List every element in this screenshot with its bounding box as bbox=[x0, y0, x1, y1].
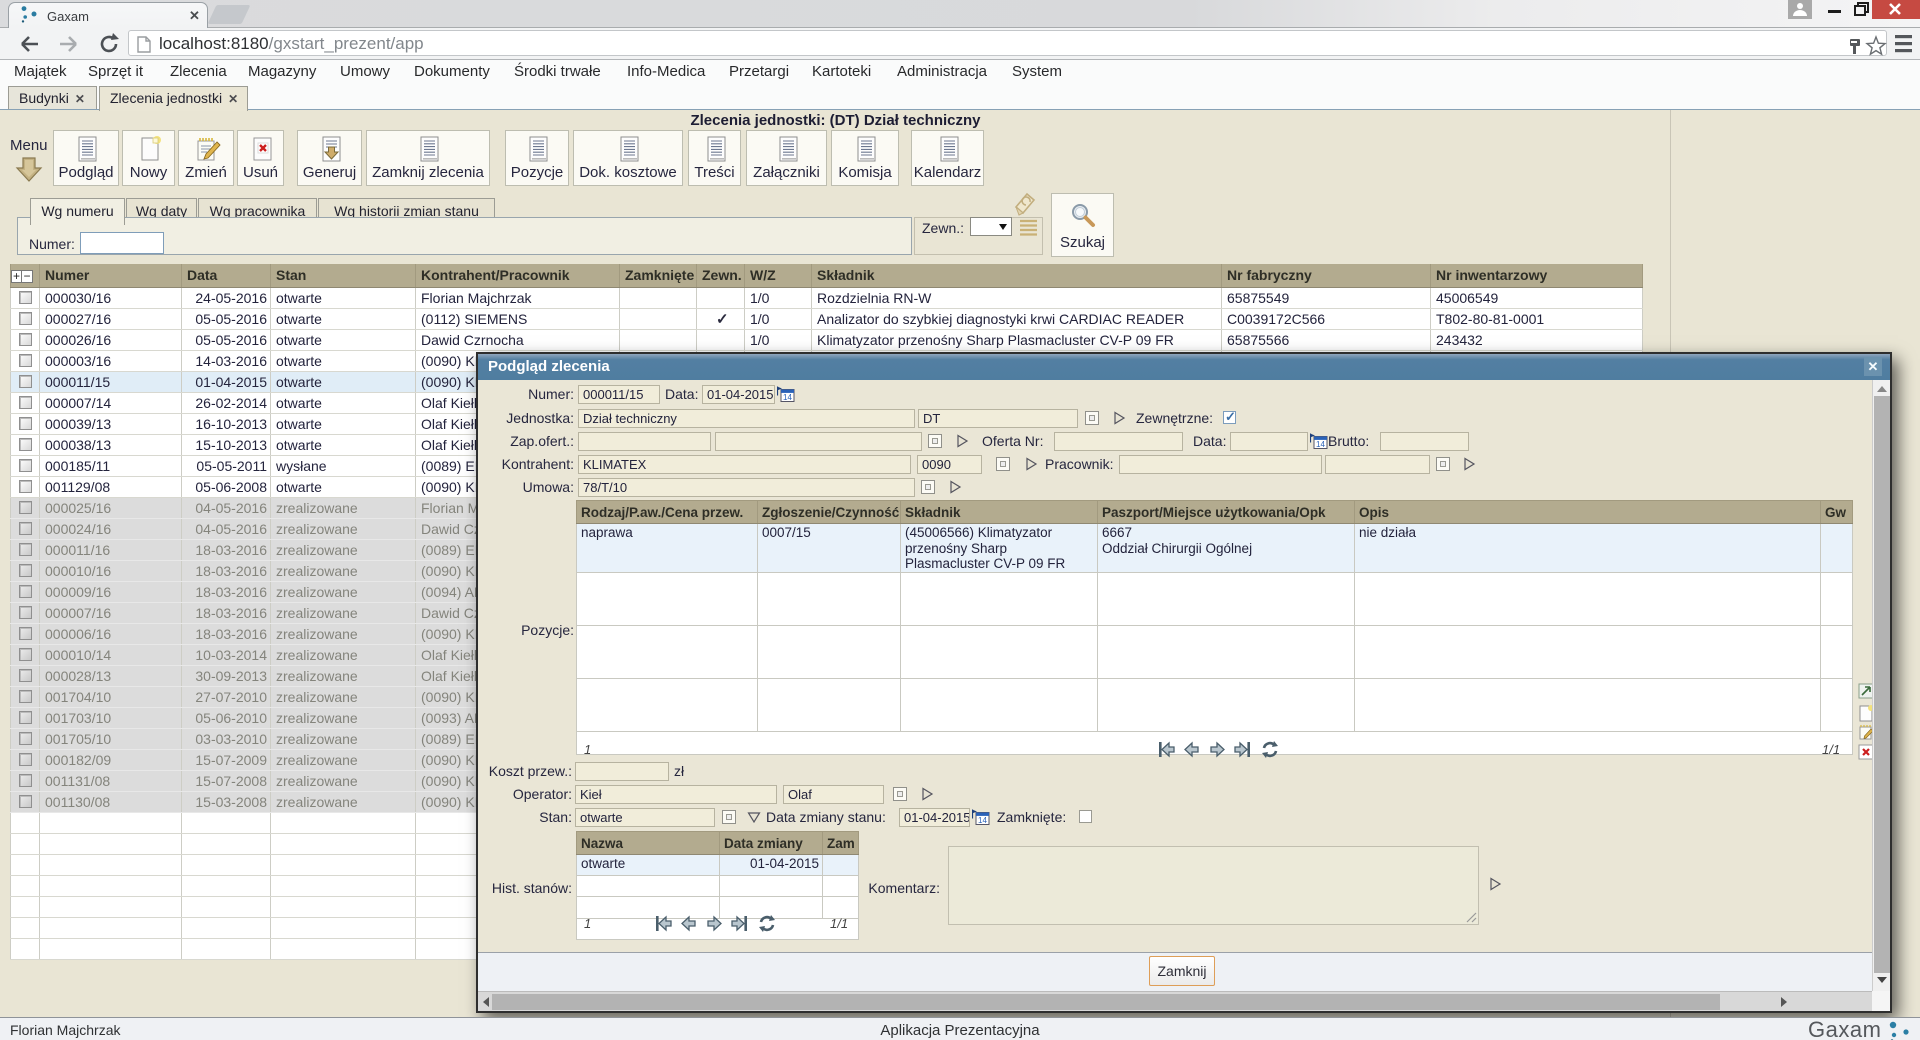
svg-text:14: 14 bbox=[978, 816, 987, 825]
svg-text:14: 14 bbox=[1316, 440, 1325, 449]
svg-text:14: 14 bbox=[783, 393, 792, 402]
svg-text:Gaxam: Gaxam bbox=[1808, 1019, 1881, 1040]
